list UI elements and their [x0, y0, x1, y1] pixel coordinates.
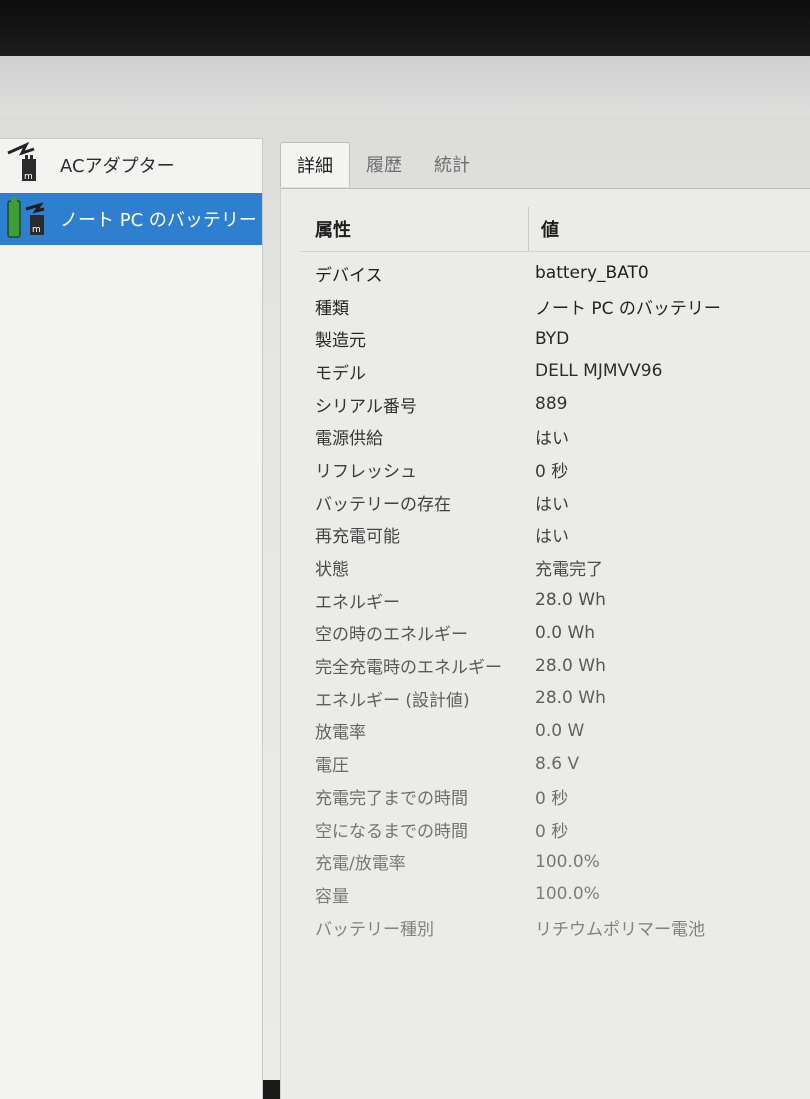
table-row[interactable]: リフレッシュ 0 秒: [303, 453, 810, 486]
row-property: 完全充電時のエネルギー: [315, 658, 502, 679]
row-value: はい: [535, 429, 569, 450]
row-value: 0.0 W: [535, 720, 585, 741]
row-property: バッテリー種別: [315, 919, 434, 940]
row-property: エネルギー (設計値): [315, 690, 470, 711]
row-value: battery_BAT0: [535, 263, 649, 284]
row-value: BYD: [535, 328, 570, 349]
table-row[interactable]: 種類 ノート PC のバッテリー: [303, 290, 810, 323]
device-label-laptop-battery: ノート PC のバッテリー: [60, 210, 257, 231]
table-row[interactable]: 製造元 BYD: [303, 322, 810, 355]
device-label-ac-adapter: ACアダプター: [60, 156, 175, 177]
row-property: リフレッシュ: [315, 461, 417, 482]
row-property: シリアル番号: [315, 396, 417, 417]
column-header-value[interactable]: 値: [529, 216, 559, 242]
row-value: 889: [535, 394, 568, 415]
table-row[interactable]: 再充電可能 はい: [303, 519, 810, 552]
table-row[interactable]: エネルギー 28.0 Wh: [303, 584, 810, 617]
tab-bar: 詳細 履歴 統計: [280, 142, 486, 188]
row-value: 100.0%: [535, 851, 600, 872]
row-property: 電圧: [315, 756, 349, 777]
table-row[interactable]: 電圧 8.6 V: [303, 747, 810, 780]
table-row[interactable]: デバイス battery_BAT0: [303, 257, 810, 290]
row-value: DELL MJMVV96: [535, 361, 663, 382]
row-value: リチウムポリマー電池: [535, 919, 705, 940]
row-property: 空の時のエネルギー: [315, 625, 468, 646]
table-row[interactable]: エネルギー (設計値) 28.0 Wh: [303, 682, 810, 715]
table-row[interactable]: 放電率 0.0 W: [303, 715, 810, 748]
row-property: 電源供給: [315, 429, 383, 450]
column-header-property[interactable]: 属性: [301, 207, 529, 251]
row-value: 8.6 V: [535, 753, 580, 774]
table-row[interactable]: 空になるまでの時間 0 秒: [303, 813, 810, 846]
row-property: 放電率: [315, 723, 366, 744]
row-property: 容量: [315, 886, 349, 907]
table-row[interactable]: バッテリーの存在 はい: [303, 486, 810, 519]
table-row[interactable]: 充電/放電率 100.0%: [303, 845, 810, 878]
table-row[interactable]: バッテリー種別 リチウムポリマー電池: [303, 911, 810, 944]
svg-text:m: m: [32, 225, 41, 235]
row-value: 0 秒: [535, 821, 569, 842]
battery-icon: m: [0, 193, 56, 245]
row-value: はい: [535, 494, 569, 515]
row-value: 0 秒: [535, 461, 569, 482]
row-property: デバイス: [315, 265, 383, 286]
row-value: 28.0 Wh: [535, 688, 606, 709]
tab-statistics[interactable]: 統計: [418, 142, 486, 186]
row-property: 充電/放電率: [315, 854, 406, 875]
tab-history[interactable]: 履歴: [350, 142, 418, 186]
tab-details[interactable]: 詳細: [280, 142, 350, 187]
row-property: 再充電可能: [315, 527, 400, 548]
row-value: 0 秒: [535, 788, 569, 809]
row-value: 28.0 Wh: [535, 590, 606, 611]
device-list: m ACアダプター m ノート PC のバッテリー: [0, 138, 263, 1099]
table-row[interactable]: 空の時のエネルギー 0.0 Wh: [303, 617, 810, 650]
details-panel: 詳細 履歴 統計 属性 値 デバイス battery_BAT0 種類 ノート PC の…: [270, 138, 810, 1099]
row-property: 空になるまでの時間: [315, 821, 468, 842]
window-titlebar: [0, 56, 810, 116]
row-value: 100.0%: [535, 884, 600, 905]
monitor-bezel: [0, 0, 810, 62]
table-rows: デバイス battery_BAT0 種類 ノート PC のバッテリー製造元 BYD モデル…: [303, 257, 810, 943]
table-row[interactable]: 充電完了までの時間 0 秒: [303, 780, 810, 813]
device-item-laptop-battery[interactable]: m ノート PC のバッテリー: [0, 193, 262, 245]
table-header: 属性 値: [301, 207, 810, 252]
row-property: モデル: [315, 363, 366, 384]
row-property: エネルギー: [315, 592, 400, 613]
table-row[interactable]: 電源供給 はい: [303, 420, 810, 453]
row-property: 状態: [315, 560, 349, 581]
row-value: 0.0 Wh: [535, 622, 596, 643]
table-row[interactable]: 状態 充電完了: [303, 551, 810, 584]
ac-adapter-icon: m: [0, 139, 56, 191]
table-row[interactable]: シリアル番号 889: [303, 388, 810, 421]
row-value: 充電完了: [535, 560, 603, 581]
row-property: 種類: [315, 298, 349, 319]
table-row[interactable]: モデル DELL MJMVV96: [303, 355, 810, 388]
row-value: 28.0 Wh: [535, 655, 606, 676]
row-value: はい: [535, 527, 569, 548]
device-item-ac-adapter[interactable]: m ACアダプター: [0, 139, 262, 191]
row-property: 製造元: [315, 331, 366, 352]
row-property: バッテリーの存在: [315, 494, 451, 515]
details-table: 属性 値 デバイス battery_BAT0 種類 ノート PC のバッテリー製造元 B…: [280, 188, 810, 1099]
table-row[interactable]: 容量 100.0%: [303, 878, 810, 911]
table-row[interactable]: 完全充電時のエネルギー 28.0 Wh: [303, 649, 810, 682]
svg-text:m: m: [24, 172, 33, 182]
row-value: ノート PC のバッテリー: [535, 298, 721, 319]
row-property: 充電完了までの時間: [315, 788, 468, 809]
